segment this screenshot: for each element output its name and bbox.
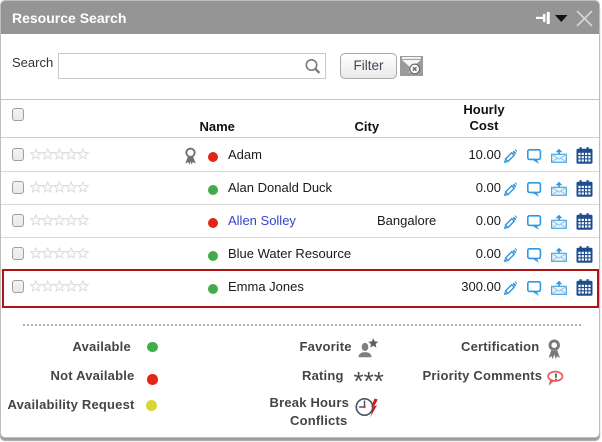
svg-text:!: !	[554, 371, 557, 382]
